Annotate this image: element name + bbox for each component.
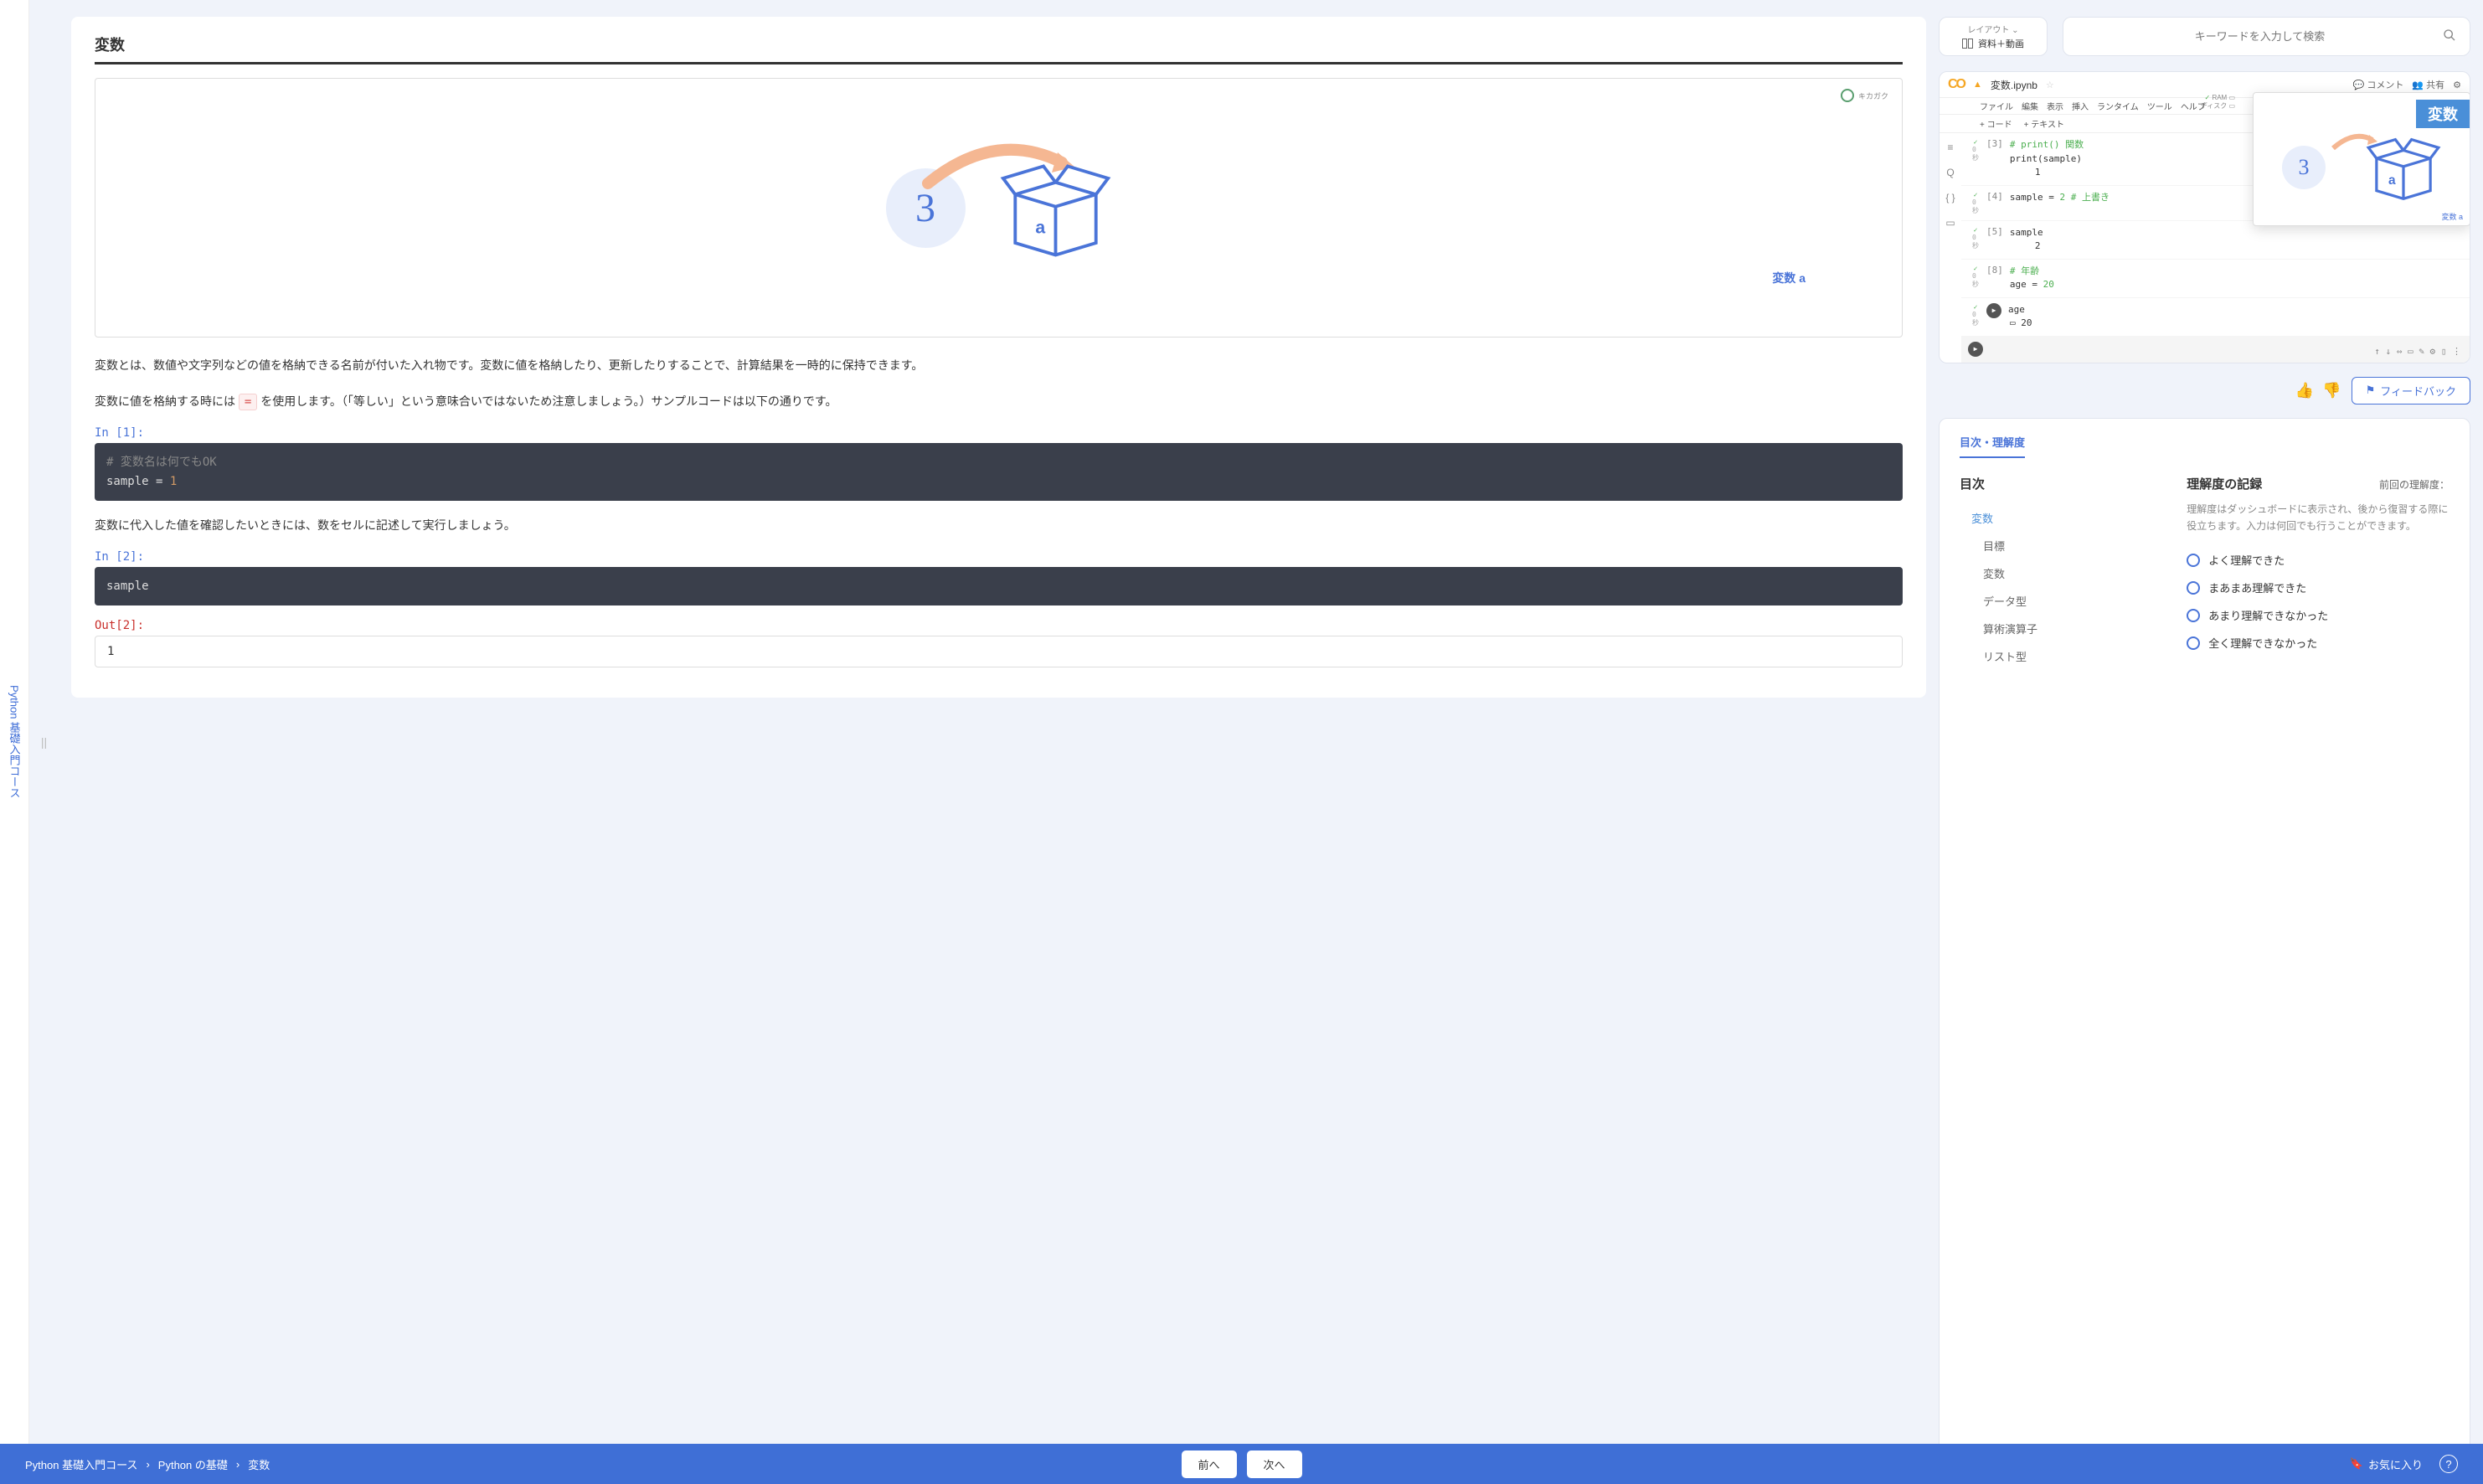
search-input[interactable] — [2077, 30, 2443, 43]
run-cell-button[interactable]: ▶ — [1986, 303, 2001, 318]
inline-code: = — [239, 394, 257, 410]
input-label: In [1]: — [95, 426, 1903, 440]
menu-edit[interactable]: 編集 — [2022, 100, 2038, 112]
colab-logo-icon: CO — [1948, 77, 1965, 92]
input-label: In [2]: — [95, 550, 1903, 564]
prev-button[interactable]: 前へ — [1181, 1451, 1236, 1478]
layout-icon — [1962, 39, 1973, 49]
help-icon[interactable]: ? — [2439, 1455, 2458, 1473]
crumb[interactable]: Python の基礎 — [158, 1456, 228, 1472]
comment-button[interactable]: 💬 コメント — [2353, 78, 2404, 91]
paragraph: 変数とは、数値や文字列などの値を格納できる名前が付いた入れ物です。変数に値を格納… — [95, 354, 1903, 377]
add-text-button[interactable]: + テキスト — [2024, 117, 2064, 130]
menu-insert[interactable]: 挿入 — [2072, 100, 2089, 112]
svg-text:a: a — [1035, 218, 1045, 237]
menu-runtime[interactable]: ランタイム — [2097, 100, 2139, 112]
comprehension-option[interactable]: 全く理解できなかった — [2187, 629, 2450, 657]
comprehension-desc: 理解度はダッシュボードに表示され、後から復習する際に役立ちます。入力は何回でも行… — [2187, 501, 2450, 535]
thumbs-down-icon[interactable]: 👎 — [2322, 382, 2341, 399]
notebook-cell-empty[interactable]: ▶ ↑ ↓ ⇔ ▭ ✎ ⚙ ▯ ⋮ — [1961, 337, 2470, 363]
toc-tab[interactable]: 目次・理解度 — [1960, 434, 2025, 458]
code-icon[interactable]: { } — [1945, 192, 1955, 204]
sidebar-collapse-handle[interactable]: || — [29, 0, 59, 1484]
run-cell-button[interactable]: ▶ — [1968, 342, 1983, 357]
colab-sidebar: ≡ Q { } ▭ — [1940, 133, 1961, 363]
search-icon[interactable]: Q — [1946, 167, 1954, 178]
concept-diagram: キカガク 3 a — [95, 78, 1903, 338]
code-block: sample — [95, 567, 1903, 605]
paragraph: 変数に値を格納する時には = を使用します。（「等しい」という意味合いではないた… — [95, 390, 1903, 414]
notebook-cell[interactable]: ✓0秒 ▶ age ▭ 20 — [1961, 298, 2470, 337]
search-icon[interactable] — [2443, 28, 2456, 44]
notebook-cell[interactable]: ✓0秒 [8] # 年齢 age = 20 — [1961, 260, 2470, 298]
comprehension-option[interactable]: よく理解できた — [2187, 546, 2450, 574]
lesson-title: 変数 — [95, 33, 1903, 64]
next-button[interactable]: 次へ — [1247, 1451, 1302, 1478]
toc-heading: 目次 — [1960, 475, 2161, 492]
breadcrumb: Python 基礎入門コース › Python の基礎 › 変数 — [25, 1456, 270, 1472]
toc-item[interactable]: データ型 — [1960, 587, 2161, 615]
drive-icon: ▲ — [1973, 80, 1982, 90]
arrow-icon — [2329, 130, 2379, 155]
toc-item[interactable]: 変数 — [1960, 559, 2161, 587]
diagram-caption: 変数 a — [1772, 270, 1806, 286]
video-thumbnail[interactable]: 変数 3 a — [2253, 92, 2470, 226]
toc-item[interactable]: 変数 — [1960, 504, 2161, 532]
menu-view[interactable]: 表示 — [2047, 100, 2063, 112]
crumb[interactable]: 変数 — [248, 1456, 270, 1472]
layout-selector[interactable]: レイアウト ⌄ 資料＋動画 — [1939, 17, 2048, 56]
bookmark-icon: 🔖 — [2350, 1457, 2363, 1471]
menu-tools[interactable]: ツール — [2147, 100, 2172, 112]
favorite-button[interactable]: 🔖お気に入り — [2350, 1456, 2423, 1472]
footer-bar: Python 基礎入門コース › Python の基礎 › 変数 前へ 次へ 🔖… — [0, 1444, 2483, 1484]
svg-text:a: a — [2388, 173, 2396, 188]
comprehension-option[interactable]: まあまあ理解できた — [2187, 574, 2450, 601]
comprehension-subtitle: 前回の理解度： — [2379, 477, 2450, 492]
gear-icon[interactable]: ⚙ — [2453, 80, 2461, 90]
course-title-vertical: Python 基礎入門コース — [0, 0, 29, 1484]
toc-item[interactable]: 算術演算子 — [1960, 615, 2161, 642]
code-block: # 変数名は何でもOK sample = 1 — [95, 443, 1903, 501]
menu-icon[interactable]: ≡ — [1947, 142, 1953, 153]
resource-indicator: ✓ RAM ▭ ディスク ▭ — [2201, 94, 2235, 110]
paragraph: 変数に代入した値を確認したいときには、数をセルに記述して実行しましょう。 — [95, 514, 1903, 537]
add-code-button[interactable]: + コード — [1980, 117, 2012, 130]
cell-tools[interactable]: ↑ ↓ ⇔ ▭ ✎ ⚙ ▯ ⋮ — [2374, 346, 2461, 357]
feedback-button[interactable]: ⚑フィードバック — [2352, 377, 2470, 404]
notebook-filename[interactable]: 変数.ipynb — [1991, 78, 2037, 92]
flag-icon: ⚑ — [2366, 384, 2376, 397]
toc-item[interactable]: リスト型 — [1960, 642, 2161, 670]
folder-icon[interactable]: ▭ — [1945, 217, 1955, 229]
output-block: 1 — [95, 636, 1903, 667]
colab-notebook: CO ▲ 変数.ipynb ☆ 💬 コメント 👥 共有 ⚙ ファイル 編集 表示… — [1939, 71, 2470, 363]
star-icon[interactable]: ☆ — [2046, 80, 2054, 90]
lesson-content-panel: 変数 キカガク 3 — [59, 0, 1939, 1484]
notebook-cell[interactable]: ✓0秒 [5] sample 2 — [1961, 221, 2470, 260]
share-button[interactable]: 👥 共有 — [2412, 78, 2444, 91]
menu-file[interactable]: ファイル — [1980, 100, 2013, 112]
comprehension-option[interactable]: あまり理解できなかった — [2187, 601, 2450, 629]
search-box[interactable] — [2063, 17, 2470, 56]
thumbs-up-icon[interactable]: 👍 — [2295, 382, 2314, 399]
output-label: Out[2]: — [95, 619, 1903, 632]
comprehension-title: 理解度の記録 — [2187, 475, 2262, 492]
box-icon: a — [999, 154, 1112, 259]
crumb[interactable]: Python 基礎入門コース — [25, 1456, 137, 1472]
toc-item[interactable]: 目標 — [1960, 532, 2161, 559]
toc-panel: 目次・理解度 目次 変数 目標 変数 データ型 算術演算子 リスト型 理解度の記… — [1939, 418, 2470, 1484]
